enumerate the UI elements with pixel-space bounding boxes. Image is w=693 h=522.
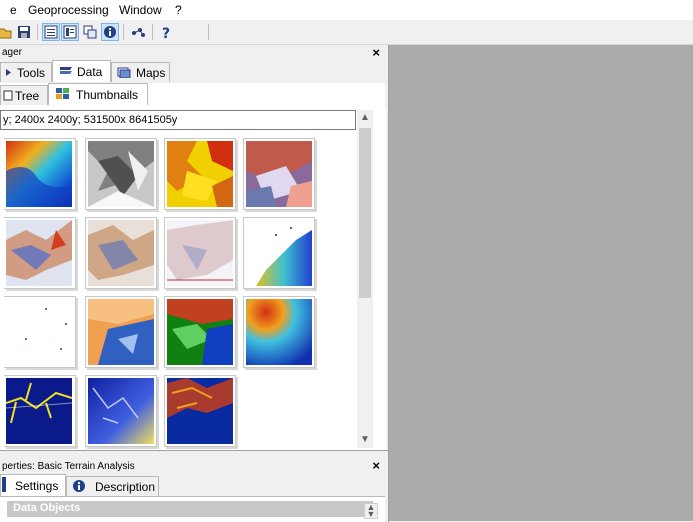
tab-description-label: Description — [95, 480, 156, 494]
thumbnail-terrain-view[interactable] — [243, 138, 315, 210]
manager-title: ager — [2, 47, 23, 58]
network-icon[interactable] — [129, 23, 147, 41]
thumbnail-curvature-1[interactable] — [4, 217, 76, 289]
toolbar: ? — [0, 20, 693, 45]
tab-tools[interactable]: Tools — [0, 62, 52, 82]
properties-title: perties: Basic Terrain Analysis — [2, 461, 135, 472]
close-manager-icon[interactable]: × — [372, 45, 380, 60]
thumbnail-ridges[interactable] — [164, 375, 236, 447]
manager-caption: ager × — [0, 45, 386, 61]
tab-tree-label: Tree — [15, 89, 40, 103]
menu-bar: e Geoprocessing Window ? — [0, 0, 693, 20]
svg-text:?: ? — [162, 26, 170, 41]
menu-file[interactable]: e — [10, 3, 17, 17]
scroll-up-icon[interactable]: ▲ — [357, 110, 373, 126]
layout-icon[interactable] — [81, 23, 99, 41]
tab-tools-label: Tools — [17, 66, 46, 80]
close-properties-icon[interactable]: × — [372, 458, 380, 473]
open-icon[interactable] — [0, 23, 14, 41]
tab-data-label: Data — [77, 65, 103, 79]
save-icon[interactable] — [15, 23, 33, 41]
expand-collapse-icon[interactable]: ▲ ▼ — [364, 503, 378, 519]
tools-icon — [5, 67, 13, 78]
thumbnail-flow-network[interactable] — [4, 375, 76, 447]
scroll-down-icon[interactable]: ▼ — [357, 432, 373, 448]
thumbnail-hillshade[interactable] — [85, 138, 157, 210]
tree-icon — [3, 90, 13, 101]
properties-toggle-icon[interactable] — [61, 23, 79, 41]
menu-geoprocessing[interactable]: Geoprocessing — [28, 3, 109, 17]
tab-description[interactable]: Description — [66, 476, 159, 496]
data-objects-section[interactable]: Data Objects — [7, 501, 373, 517]
tab-thumbnails-label: Thumbnails — [76, 88, 139, 102]
tab-tree[interactable]: Tree — [0, 85, 48, 105]
description-info-icon — [72, 479, 86, 493]
thumbnail-depth[interactable] — [243, 296, 315, 368]
tab-maps[interactable]: Maps — [111, 62, 170, 82]
thumbnails-icon — [56, 88, 70, 99]
thumbnail-landforms[interactable] — [164, 296, 236, 368]
tab-thumbnails[interactable]: Thumbnails — [48, 83, 148, 105]
tab-data[interactable]: Data — [52, 60, 111, 82]
data-objects-label: Data Objects — [13, 502, 81, 514]
grid-info-field: y; 2400x 2400y; 531500x 8641505y — [0, 110, 356, 130]
properties-caption: perties: Basic Terrain Analysis × — [0, 458, 386, 475]
maps-icon — [117, 67, 131, 79]
thumbnail-channel-distance[interactable] — [243, 217, 315, 289]
manager-toggle-icon[interactable] — [42, 23, 60, 41]
tab-settings[interactable]: Settings — [0, 474, 66, 496]
thumbnail-curvature-3[interactable] — [164, 217, 236, 289]
thumbnail-slope[interactable] — [164, 138, 236, 210]
settings-icon — [2, 477, 6, 492]
tab-settings-label: Settings — [15, 479, 59, 493]
menu-help[interactable]: ? — [175, 3, 182, 17]
map-view-area[interactable] — [389, 45, 693, 521]
thumbnail-curvature-2[interactable] — [85, 217, 157, 289]
thumbnail-scrollbar[interactable]: ▲ ▼ — [357, 110, 373, 448]
grid-info-text: y; 2400x 2400y; 531500x 8641505y — [3, 114, 178, 126]
thumbnail-elevation[interactable] — [4, 138, 76, 210]
thumbnail-wetness[interactable] — [85, 375, 157, 447]
scrollbar-thumb[interactable] — [359, 128, 371, 298]
thumbnail-sinks[interactable] — [4, 296, 76, 368]
menu-window[interactable]: Window — [119, 3, 162, 17]
tab-maps-label: Maps — [136, 66, 166, 80]
help-icon[interactable]: ? — [158, 23, 176, 42]
data-icon — [59, 65, 73, 76]
thumbnail-aspect[interactable] — [85, 296, 157, 368]
info-icon[interactable] — [101, 23, 119, 41]
